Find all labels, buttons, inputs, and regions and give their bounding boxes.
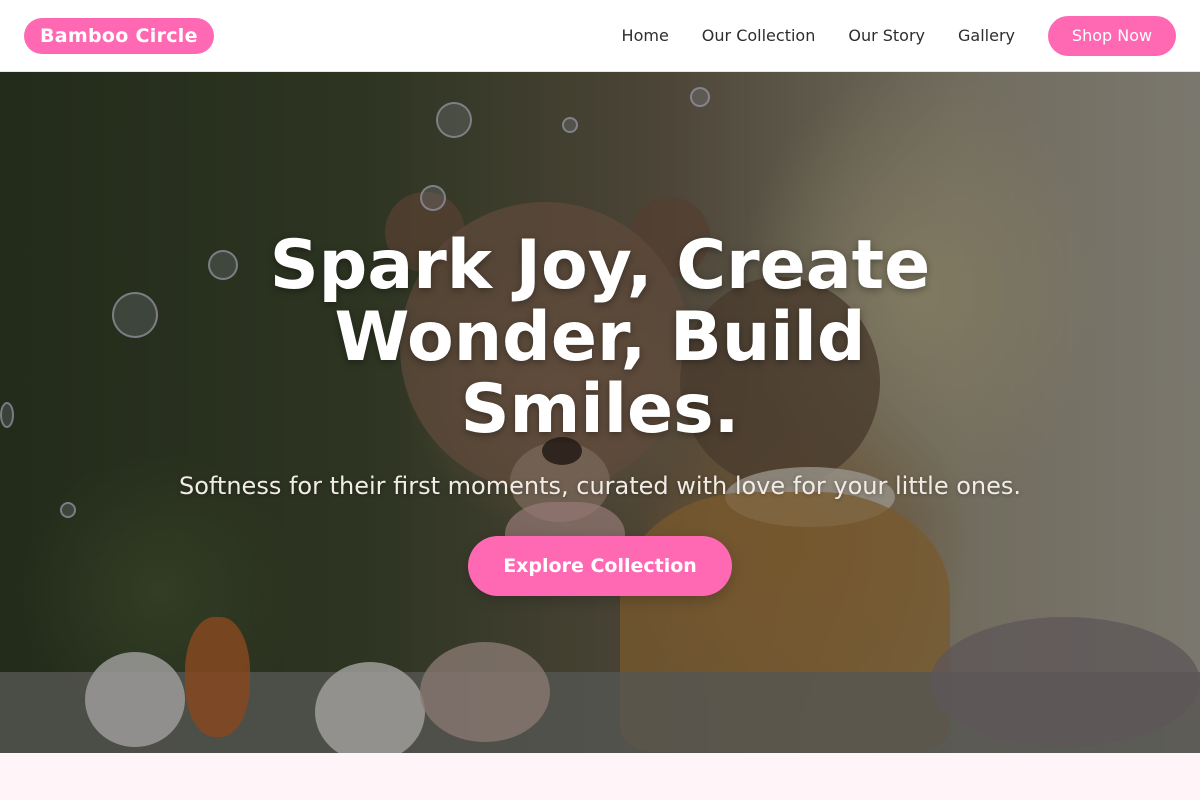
nav-links: Home Our Collection Our Story Gallery Sh… [622,15,1176,56]
hero-subtitle: Softness for their first moments, curate… [178,472,1021,500]
hero-content: Spark Joy, Create Wonder, Build Smiles. … [0,72,1200,753]
explore-collection-button[interactable]: Explore Collection [468,536,732,596]
next-section [0,753,1200,800]
nav-link-our-collection[interactable]: Our Collection [702,26,816,45]
nav-link-our-story[interactable]: Our Story [848,26,925,45]
top-navbar: Bamboo Circle Home Our Collection Our St… [0,0,1200,72]
shop-now-button[interactable]: Shop Now [1048,15,1176,56]
hero-title: Spark Joy, Create Wonder, Build Smiles. [269,226,931,449]
nav-link-home[interactable]: Home [622,26,669,45]
brand-logo[interactable]: Bamboo Circle [24,17,214,54]
hero-section: Spark Joy, Create Wonder, Build Smiles. … [0,72,1200,753]
nav-link-gallery[interactable]: Gallery [958,26,1015,45]
